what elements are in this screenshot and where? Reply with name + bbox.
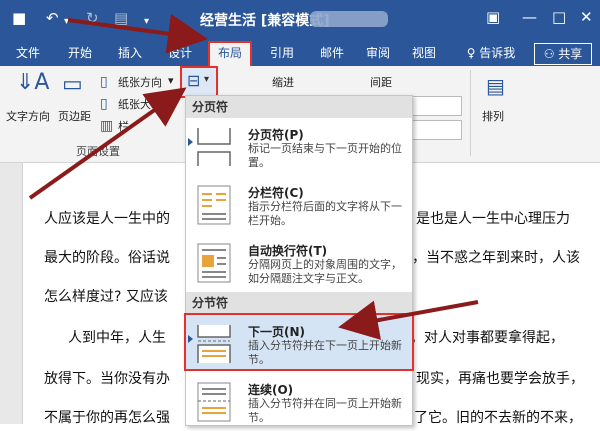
margins-label[interactable]: 页边距: [58, 108, 91, 124]
doc-line: ，当不惑之年到来时，人该: [412, 250, 580, 266]
bullet-icon: [188, 138, 193, 146]
menu-item-text-wrapping[interactable]: 自动换行符(T) 分隔网页上的对象周围的文字，如分隔题注文字与正文。: [186, 234, 412, 292]
orientation-button[interactable]: 纸张方向: [118, 74, 162, 90]
group-separator: [470, 70, 471, 156]
minimize-button[interactable]: —: [522, 8, 537, 26]
size-button[interactable]: 纸张大小: [118, 96, 162, 112]
tab-mailings[interactable]: 邮件: [312, 43, 352, 63]
tab-layout[interactable]: 布局: [208, 41, 252, 68]
tab-review[interactable]: 审阅: [358, 43, 398, 63]
tell-me-label: 告诉我: [479, 46, 516, 60]
breaks-menu: 分页符 分页符(P) 标记一页结束与下一页开始的位置。 分栏符(C) 指示分栏符…: [184, 95, 414, 426]
tab-view[interactable]: 视图: [404, 43, 444, 63]
tab-design[interactable]: 设计: [160, 43, 200, 63]
arrange-label[interactable]: 排列: [482, 108, 504, 124]
menu-item-continuous[interactable]: 连续(O) 插入分节符并在同一页上开始新节。: [186, 373, 412, 431]
tab-file[interactable]: 文件: [8, 43, 48, 63]
customize-qat-icon[interactable]: ▾: [144, 13, 149, 31]
undo-dropdown-icon[interactable]: ▾: [64, 13, 69, 31]
menu-item-title: 自动换行符(T): [248, 244, 328, 258]
orientation-icon: ▯: [100, 74, 108, 90]
close-button[interactable]: ✕: [580, 8, 593, 26]
tell-me-search[interactable]: ♀ 告诉我: [456, 43, 526, 63]
doc-line: 现实，再痛也要学会放手，: [416, 371, 584, 387]
text-wrapping-icon: [197, 243, 231, 283]
maximize-button[interactable]: □: [552, 8, 566, 26]
columns-icon: ▥: [100, 118, 114, 134]
ribbon-tabs: 文件 开始 插入 设计 布局 引用 邮件 审阅 视图 ♀ 告诉我 ⚇ 共享: [0, 40, 600, 68]
size-icon: ▯: [100, 96, 108, 112]
orientation-dropdown-icon[interactable]: ▾: [168, 74, 174, 87]
text-direction-label[interactable]: 文字方向: [6, 108, 50, 124]
share-button[interactable]: ⚇ 共享: [534, 43, 592, 65]
menu-item-title: 连续(O): [248, 383, 294, 397]
menu-item-desc: 插入分节符并在下一页上开始新节。: [248, 339, 402, 366]
page-break-icon: [197, 128, 231, 166]
tab-insert[interactable]: 插入: [110, 43, 150, 63]
vertical-ruler: [0, 163, 23, 424]
tab-home[interactable]: 开始: [60, 43, 100, 63]
doc-line: 人到中年，人生: [68, 330, 166, 346]
continuous-icon: [197, 382, 231, 422]
blurred-region: [310, 11, 388, 27]
menu-section-section-breaks: 分节符: [186, 292, 412, 314]
menu-item-page-break[interactable]: 分页符(P) 标记一页结束与下一页开始的位置。: [186, 118, 412, 176]
group-page-setup-label: 页面设置: [76, 145, 120, 158]
share-label: 共享: [558, 47, 583, 61]
next-page-icon: [197, 325, 231, 363]
menu-item-desc: 分隔网页上的对象周围的文字，如分隔题注文字与正文。: [248, 258, 402, 285]
menu-item-title: 分栏符(C): [248, 186, 304, 200]
menu-item-next-page[interactable]: 下一页(N) 插入分节符并在下一页上开始新节。: [184, 313, 414, 371]
menu-item-desc: 标记一页结束与下一页开始的位置。: [248, 142, 402, 169]
menu-item-desc: 插入分节符并在同一页上开始新节。: [248, 397, 402, 424]
column-break-icon: [197, 185, 231, 225]
menu-item-title: 分页符(P): [248, 128, 304, 142]
doc-line: 怎么样度过? 又应该: [44, 289, 168, 305]
doc-line: 人应该是人一生中的: [44, 211, 170, 227]
ribbon-display-icon[interactable]: ▣: [486, 8, 500, 26]
breaks-button[interactable]: ⊟ ▾: [180, 66, 218, 98]
doc-line: 不属于你的再怎么强: [44, 410, 170, 426]
menu-section-page-breaks: 分页符: [186, 96, 412, 118]
margins-icon[interactable]: ▭: [62, 72, 83, 97]
menu-item-column-break[interactable]: 分栏符(C) 指示分栏符后面的文字将从下一栏开始。: [186, 176, 412, 234]
menu-item-title: 下一页(N): [248, 325, 306, 339]
indent-label: 缩进: [272, 76, 294, 89]
doc-line: 放得下。当你没有办: [44, 371, 170, 387]
menu-item-desc: 指示分栏符后面的文字将从下一栏开始。: [248, 200, 402, 227]
bullet-icon: [188, 335, 193, 343]
spacing-label: 间距: [370, 76, 392, 89]
redo-icon[interactable]: ↻: [86, 9, 99, 27]
title-bar: ■ ↶ ▾ ↻ ▤ ▾ 经营生活 [兼容模式] ▣ — □ ✕: [0, 0, 600, 40]
doc-line: 是也是人一生中心理压力: [416, 211, 570, 227]
breaks-dropdown-icon: ▾: [204, 74, 210, 85]
lightbulb-icon: ♀: [466, 46, 480, 60]
doc-icon[interactable]: ▤: [114, 9, 128, 27]
breaks-icon: ⊟: [187, 71, 201, 90]
doc-line: 最大的阶段。俗话说: [44, 250, 170, 266]
text-direction-icon[interactable]: ⇓A: [16, 70, 49, 95]
user-icon: ⚇: [543, 47, 559, 61]
undo-icon[interactable]: ↶: [46, 9, 59, 27]
tab-references[interactable]: 引用: [262, 43, 302, 63]
arrange-icon[interactable]: ▤: [486, 74, 505, 98]
doc-line: 了它。旧的不去新的不来，: [414, 410, 582, 426]
columns-button[interactable]: 栏: [118, 118, 129, 134]
save-icon[interactable]: ■: [12, 9, 26, 27]
doc-line: 。对人对事都要拿得起，: [410, 330, 564, 346]
